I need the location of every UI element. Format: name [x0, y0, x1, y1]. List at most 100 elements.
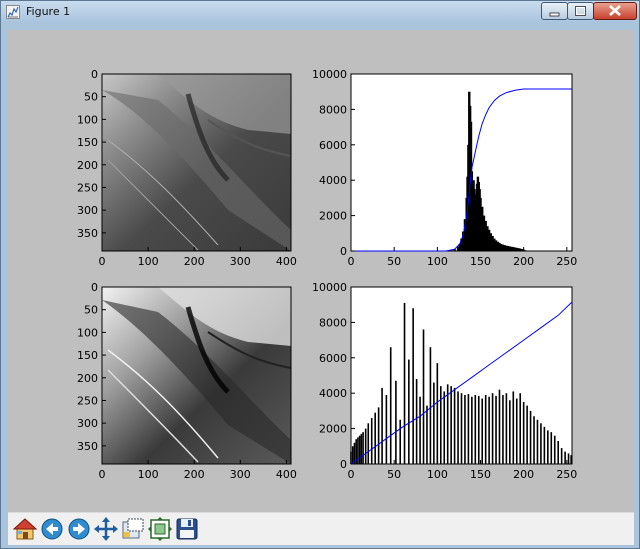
back-button[interactable] [39, 516, 65, 542]
title-bar[interactable]: Figure 1 [1, 1, 639, 23]
figure-window: Figure 1 0 100 200 300 400 0 50 100 150 … [0, 0, 640, 549]
histogram-bar [509, 400, 511, 464]
histogram-bar [389, 347, 392, 464]
pan-move-icon [94, 517, 118, 541]
y-tick-label: 100 [77, 113, 98, 126]
x-tick-label: 200 [513, 468, 534, 481]
figure-plot-area: 0 100 200 300 4000501001502002503003500 50 100… [77, 68, 577, 481]
maximize-button[interactable] [567, 2, 594, 20]
y-tick-label: 250 [77, 394, 98, 407]
x-tick-label: 200 [513, 255, 534, 268]
histogram-bar [564, 451, 566, 464]
histogram-bar [450, 386, 452, 464]
y-tick-label: 200 [77, 159, 98, 172]
y-tick-label: 8000 [319, 103, 347, 116]
histogram-bar [385, 394, 388, 464]
x-tick-label: 0 [348, 255, 355, 268]
histogram-bar [403, 302, 406, 464]
x-tick-label: 0 [348, 468, 355, 481]
histogram-bar [474, 394, 477, 464]
histogram-bar [526, 405, 528, 464]
histogram-bar [439, 386, 442, 464]
navigation-toolbar [8, 512, 634, 545]
y-tick-label: 150 [77, 136, 98, 149]
zoom-button[interactable] [120, 516, 146, 542]
y-tick-label: 8000 [319, 316, 347, 329]
histogram-bar [567, 453, 570, 464]
histogram-bar [481, 398, 484, 464]
close-icon [609, 5, 621, 16]
maximize-icon [575, 6, 586, 16]
y-tick-label: 350 [77, 227, 98, 240]
minimize-button[interactable] [541, 2, 568, 20]
y-tick-label: 300 [77, 417, 98, 430]
histogram-bar [553, 435, 556, 464]
subplots-icon [148, 517, 172, 541]
forward-button[interactable] [66, 516, 92, 542]
histogram-bar [536, 419, 539, 464]
histogram-bar [557, 440, 559, 464]
histogram-bar [422, 329, 425, 464]
histogram-bar [524, 250, 527, 251]
x-tick-label: 100 [427, 255, 448, 268]
histogram-bar [533, 416, 535, 464]
y-tick-label: 6000 [319, 352, 347, 365]
y-tick-label: 50 [84, 91, 98, 104]
histogram-bar [360, 433, 363, 464]
x-tick-label: 200 [184, 255, 205, 268]
forward-arrow-icon [68, 518, 90, 540]
histogram-bar [446, 384, 449, 464]
histogram-bar [412, 308, 414, 464]
histogram-bar [464, 394, 466, 464]
histogram-bar [362, 432, 364, 464]
x-tick-label: 300 [230, 255, 251, 268]
y-tick-label: 2000 [319, 423, 347, 436]
histogram-bar [453, 387, 456, 464]
histogram-bar [495, 395, 497, 464]
y-tick-label: 10000 [312, 68, 347, 81]
histogram-bar [570, 455, 572, 464]
histogram-bar [515, 398, 518, 464]
y-tick-label: 150 [77, 349, 98, 362]
y-tick-label: 0 [340, 458, 347, 471]
histogram-bar [550, 432, 553, 464]
histogram-bar [512, 391, 515, 464]
histogram-bar [477, 395, 480, 464]
y-tick-label: 4000 [319, 387, 347, 400]
histogram-bar [522, 402, 525, 464]
x-tick-label: 0 [99, 468, 106, 481]
histogram-bar [370, 417, 373, 464]
histogram-bar [540, 423, 542, 464]
histogram-bar [426, 405, 428, 464]
close-button[interactable] [593, 2, 637, 20]
histogram-bar [408, 359, 410, 464]
figure-canvas[interactable]: 0 100 200 300 400 0 50 100 150 200 250 300 350 0 50 100… [8, 30, 634, 512]
pan-button[interactable] [93, 516, 119, 542]
histogram-bar [491, 393, 494, 464]
histogram-bar [364, 428, 367, 464]
histogram-bar [471, 396, 473, 464]
y-tick-label: 100 [77, 326, 98, 339]
original-image-axes [101, 73, 292, 252]
histogram-bar [436, 363, 439, 464]
histogram-bar [433, 382, 435, 464]
x-tick-label: 100 [138, 468, 159, 481]
window-title: Figure 1 [26, 5, 71, 18]
x-tick-label: 100 [138, 255, 159, 268]
x-tick-label: 150 [470, 255, 491, 268]
y-tick-label: 2000 [319, 210, 347, 223]
x-tick-label: 200 [184, 468, 205, 481]
histogram-bar [429, 347, 432, 464]
home-button[interactable] [12, 516, 38, 542]
histogram-bar [519, 393, 522, 464]
x-tick-label: 250 [556, 255, 577, 268]
histogram-bar [381, 387, 383, 464]
save-button[interactable] [174, 516, 200, 542]
subplots-button[interactable] [147, 516, 173, 542]
histogram-bar [367, 423, 370, 464]
x-tick-label: 0 [99, 255, 106, 268]
y-tick-label: 350 [77, 440, 98, 453]
histogram-bar [457, 391, 459, 464]
histogram-bar [419, 396, 421, 464]
home-icon [12, 518, 38, 540]
